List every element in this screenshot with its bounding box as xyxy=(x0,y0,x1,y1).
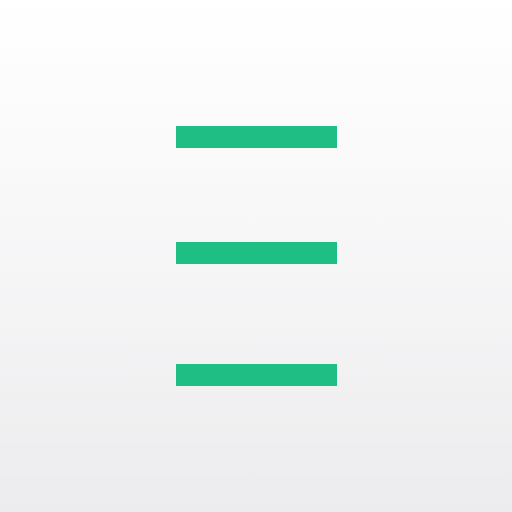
menu-line-middle xyxy=(176,242,337,264)
hamburger-menu-icon xyxy=(176,126,337,386)
menu-line-bottom xyxy=(176,364,337,386)
menu-line-top xyxy=(176,126,337,148)
app-screen xyxy=(0,0,512,512)
menu-button[interactable] xyxy=(166,116,347,396)
